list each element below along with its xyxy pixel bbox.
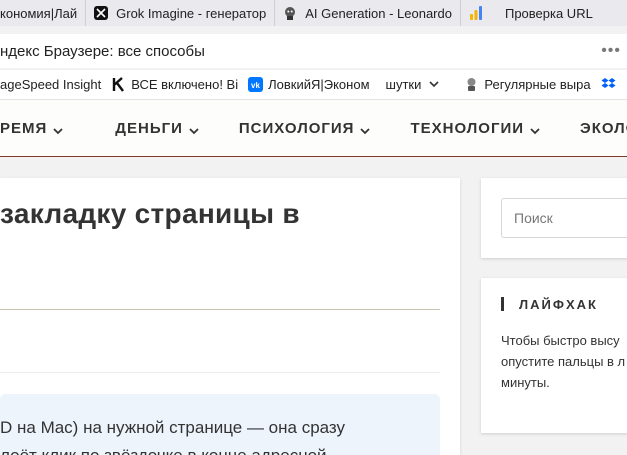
more-options-icon[interactable]: ••• (601, 42, 621, 60)
grok-icon (94, 6, 109, 20)
bookmark-label: Регулярные выра (484, 77, 591, 92)
nav-label: ТЕХНОЛОГИИ (410, 119, 525, 137)
chevron-down-icon (53, 123, 63, 135)
section-divider (0, 372, 440, 373)
site-nav: РЕМЯ ДЕНЬГИ ПСИХОЛОГИЯ ТЕХНОЛОГИИ ЭКОЛОГ… (0, 100, 627, 157)
bookmark-dropbox[interactable] (601, 77, 627, 92)
bookmark-label: ageSpeed Insight (0, 77, 102, 92)
analytics-icon (469, 6, 483, 20)
bookmarks-bar: ageSpeed Insight ВСЕ включено! Ві vk Лов… (0, 70, 627, 100)
regex-icon (464, 77, 479, 92)
title-divider (0, 309, 440, 310)
hint-text: лоёт клик по звёздочке в конце адресной (0, 446, 327, 455)
search-input[interactable] (501, 198, 627, 238)
tab-economy[interactable]: кономия|Лай (0, 0, 87, 26)
widget-text: опустите пальцы в л (501, 354, 626, 369)
bookmark-pagespeed[interactable]: ageSpeed Insight (0, 77, 111, 92)
nav-item-time[interactable]: РЕМЯ (0, 120, 63, 137)
k-logo-icon (111, 77, 126, 92)
bookmark-label: ЛовкийЯ|Эконом (268, 77, 370, 92)
nav-label: ДЕНЬГИ (115, 119, 183, 137)
page-title-in-address: ндекс Браузере: все способы (0, 42, 205, 60)
vk-icon: vk (248, 77, 264, 92)
nav-item-ecology[interactable]: ЭКОЛОГИЯ (580, 120, 627, 137)
chevron-down-icon (189, 123, 199, 135)
chevron-down-icon (429, 77, 444, 92)
tab-title: AI Generation - Leonardo (305, 5, 452, 21)
widget-title-marker (501, 297, 504, 311)
tab-strip: кономия|Лай Grok Imagine - генератор AI … (0, 0, 627, 26)
bookmark-label: шутки (385, 77, 422, 92)
chevron-down-icon (360, 123, 371, 135)
bookmark-folder-jokes[interactable]: шутки (380, 77, 455, 92)
nav-label: ПСИХОЛОГИЯ (238, 119, 355, 137)
tab-title: кономия|Лай (0, 5, 78, 21)
svg-text:vk: vk (251, 81, 260, 90)
dropbox-icon (601, 77, 616, 92)
nav-label: РЕМЯ (0, 119, 48, 137)
nav-item-money[interactable]: ДЕНЬГИ (115, 120, 199, 137)
tab-check-url[interactable]: Проверка URL (461, 0, 601, 26)
widget-title: ЛАЙФХАК (519, 297, 598, 312)
address-bar[interactable]: ндекс Браузере: все способы ••• (0, 34, 627, 68)
tab-leonardo[interactable]: AI Generation - Leonardo (275, 0, 461, 26)
bookmark-regex[interactable]: Регулярные выра (454, 77, 600, 92)
bookmark-lovkiy[interactable]: vk ЛовкийЯ|Эконом (248, 77, 379, 92)
widget-text: Чтобы быстро высу (501, 333, 620, 348)
hint-text: D на Mac) на нужной странице — она сразу (0, 418, 346, 437)
nav-item-psychology[interactable]: ПСИХОЛОГИЯ (239, 120, 371, 137)
nav-item-technology[interactable]: ТЕХНОЛОГИИ (410, 120, 540, 137)
chevron-down-icon (530, 123, 540, 135)
article-title: закладку страницы в (0, 198, 300, 229)
bookmark-vse-vklyucheno[interactable]: ВСЕ включено! Ві (111, 77, 248, 92)
tab-grok[interactable]: Grok Imagine - генератор (86, 0, 276, 26)
bookmark-label: ВСЕ включено! Ві (131, 77, 239, 92)
tab-title: Grok Imagine - генератор (116, 5, 267, 21)
tab-title: Проверка URL (504, 5, 593, 21)
widget-text: минуты. (501, 375, 550, 390)
nav-label: ЭКОЛОГИЯ (580, 119, 627, 137)
leonardo-icon (283, 6, 297, 20)
